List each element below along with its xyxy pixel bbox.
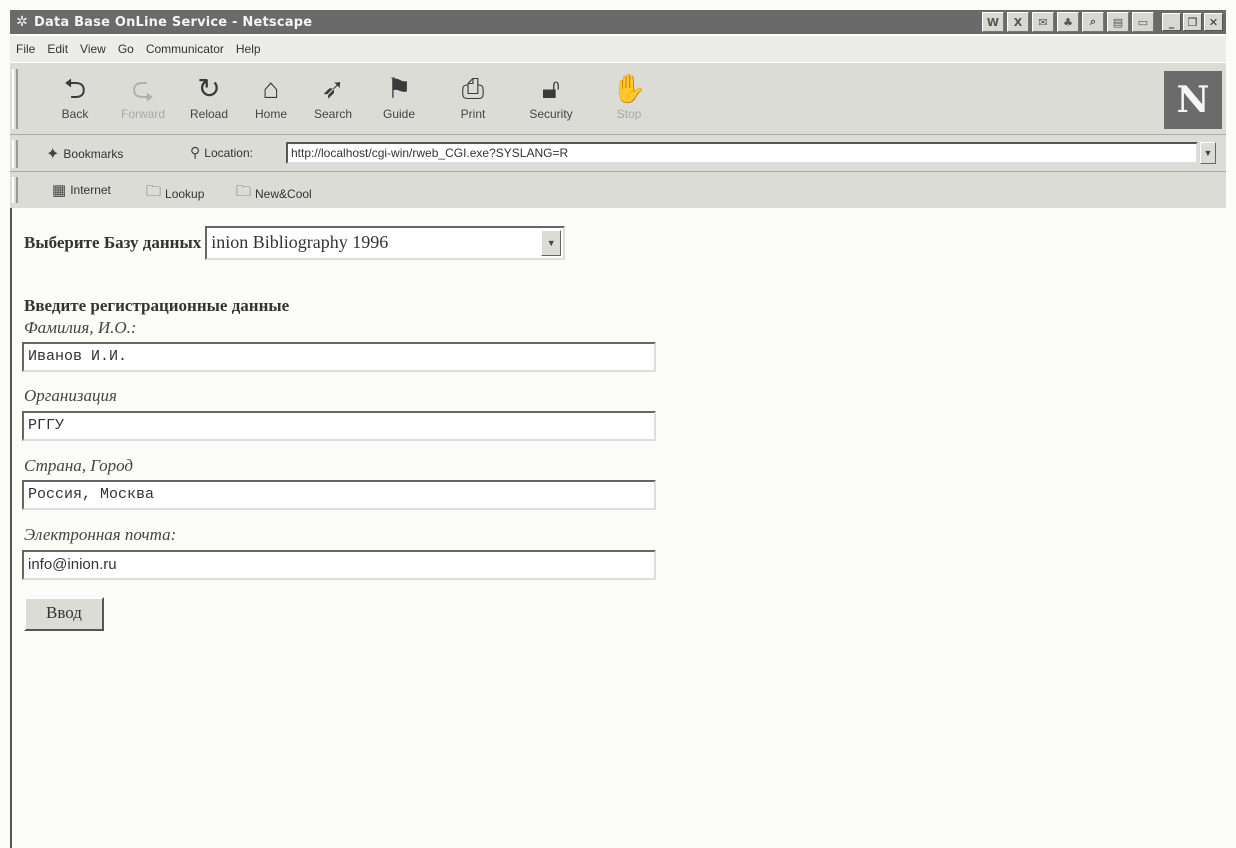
excel-icon[interactable]: X — [1007, 12, 1029, 32]
search-flashlight-icon: ➶ — [321, 73, 345, 104]
menu-file[interactable]: File — [16, 42, 35, 56]
bookmarks-button[interactable]: ✦ Bookmarks — [46, 144, 123, 164]
database-selected-value: inion Bibliography 1996 — [211, 232, 389, 252]
stop-label: Stop — [616, 107, 642, 121]
window-icon[interactable]: ▭ — [1132, 12, 1154, 32]
netscape-app-icon[interactable]: ✲ — [14, 14, 30, 30]
internet-icon: ▦ — [52, 182, 67, 199]
back-arrow-icon: ⮌ — [63, 73, 87, 104]
chevron-down-icon[interactable]: ▼ — [541, 230, 562, 256]
guide-button[interactable]: ⚑ Guide — [368, 71, 430, 129]
close-button[interactable]: ✕ — [1204, 13, 1223, 31]
toolbar-area: ⮌ Back ⮎ Forward ↻ Reload ⌂ Home ➶ Searc… — [10, 62, 1226, 208]
menu-view[interactable]: View — [80, 42, 106, 56]
email-input[interactable]: info@inion.ru — [22, 550, 656, 580]
forward-arrow-icon: ⮎ — [131, 73, 155, 104]
lookup-label: Lookup — [165, 186, 205, 201]
search-label: Search — [313, 107, 353, 121]
newcool-label: New&Cool — [255, 186, 312, 201]
folder-icon: 🗀︎ — [146, 183, 162, 200]
url-history-dropdown[interactable]: ▼ — [1200, 142, 1216, 164]
navigation-toolbar: ⮌ Back ⮎ Forward ↻ Reload ⌂ Home ➶ Searc… — [10, 63, 1226, 135]
window-title: Data Base OnLine Service - Netscape — [34, 14, 313, 30]
document-icon[interactable]: ▤ — [1107, 12, 1129, 32]
word-icon[interactable]: W — [982, 12, 1004, 32]
title-bar: ✲ Data Base OnLine Service - Netscape W … — [10, 10, 1226, 34]
newcool-link[interactable]: 🗀︎ New&Cool — [236, 181, 312, 206]
taskbar-quick-icons: W X ✉ ♣ ⌕ ▤ ▭ — [982, 12, 1154, 32]
internet-link[interactable]: ▦ Internet — [52, 181, 111, 199]
find-icon[interactable]: ⌕ — [1082, 12, 1104, 32]
menu-go[interactable]: Go — [118, 42, 134, 56]
country-city-input[interactable]: Россия, Москва — [22, 480, 656, 510]
menu-help[interactable]: Help — [236, 42, 261, 56]
menu-edit[interactable]: Edit — [47, 42, 68, 56]
page-proxy-icon[interactable]: ⚲ — [190, 144, 200, 161]
window-controls: _ ❐ ✕ — [1162, 13, 1223, 31]
netscape-window: ✲ Data Base OnLine Service - Netscape W … — [0, 0, 1236, 848]
name-label: Фамилия, И.О.: — [24, 318, 137, 337]
home-label: Home — [254, 107, 287, 121]
stop-icon: ✋ — [611, 73, 647, 104]
organization-label: Организация — [24, 386, 117, 405]
toolbar-grip[interactable] — [12, 69, 18, 129]
security-button[interactable]: 🔓︎ Security — [520, 71, 582, 129]
toolbar-grip[interactable] — [12, 140, 18, 168]
country-city-label: Страна, Город — [24, 456, 133, 475]
email-label: Электронная почта: — [24, 525, 177, 544]
print-label: Print — [460, 107, 486, 121]
reload-label: Reload — [189, 107, 229, 121]
print-button[interactable]: ⎙ Print — [442, 71, 504, 129]
folder-icon: 🗀︎ — [236, 183, 252, 200]
location-label: ⚲ Location: — [190, 144, 253, 161]
forward-button[interactable]: ⮎ Forward — [112, 71, 174, 129]
location-text: Location: — [204, 145, 253, 160]
security-label: Security — [529, 107, 573, 121]
stop-button[interactable]: ✋ Stop — [598, 71, 660, 129]
bookmarks-label: Bookmarks — [63, 147, 124, 161]
internet-label: Internet — [70, 183, 111, 197]
url-input[interactable]: http://localhost/cgi-win/rweb_CGI.exe?SY… — [286, 142, 1198, 164]
forward-label: Forward — [120, 107, 165, 121]
menu-bar: File Edit View Go Communicator Help — [10, 36, 1226, 62]
database-label: Выберите Базу данных — [24, 233, 202, 252]
toolbar-grip[interactable] — [12, 177, 18, 203]
guide-icon: ⚑ — [386, 73, 412, 104]
home-icon: ⌂ — [262, 73, 280, 104]
organization-input[interactable]: РГГУ — [22, 411, 656, 441]
location-toolbar: ✦ Bookmarks ⚲ Location: http://localhost… — [10, 136, 1226, 172]
minimize-button[interactable]: _ — [1162, 13, 1181, 31]
page-content: Выберите Базу данных inion Bibliography … — [10, 208, 1226, 848]
search-button[interactable]: ➶ Search — [302, 71, 364, 129]
menu-communicator[interactable]: Communicator — [146, 42, 224, 56]
reload-icon: ↻ — [197, 73, 221, 104]
guide-label: Guide — [382, 107, 416, 121]
lock-icon: 🔓︎ — [541, 73, 561, 104]
maximize-button[interactable]: ❐ — [1183, 13, 1202, 31]
lookup-link[interactable]: 🗀︎ Lookup — [146, 181, 204, 206]
printer-icon: ⎙ — [461, 73, 485, 104]
personal-toolbar: ▦ Internet 🗀︎ Lookup 🗀︎ New&Cool — [10, 173, 1226, 207]
home-button[interactable]: ⌂ Home — [240, 71, 302, 129]
back-label: Back — [61, 107, 89, 121]
registration-title: Введите регистрационные данные — [24, 296, 290, 315]
database-select[interactable]: inion Bibliography 1996 ▼ — [205, 226, 566, 260]
netscape-logo[interactable]: N — [1164, 71, 1222, 129]
access-icon[interactable]: ♣ — [1057, 12, 1079, 32]
back-button[interactable]: ⮌ Back — [44, 71, 106, 129]
bookmarks-icon: ✦ — [46, 146, 60, 163]
mail-icon[interactable]: ✉ — [1032, 12, 1054, 32]
name-input[interactable]: Иванов И.И. — [22, 342, 656, 372]
database-select-row: Выберите Базу данных inion Bibliography … — [24, 226, 566, 260]
submit-button[interactable]: Ввод — [24, 597, 104, 631]
reload-button[interactable]: ↻ Reload — [178, 71, 240, 129]
